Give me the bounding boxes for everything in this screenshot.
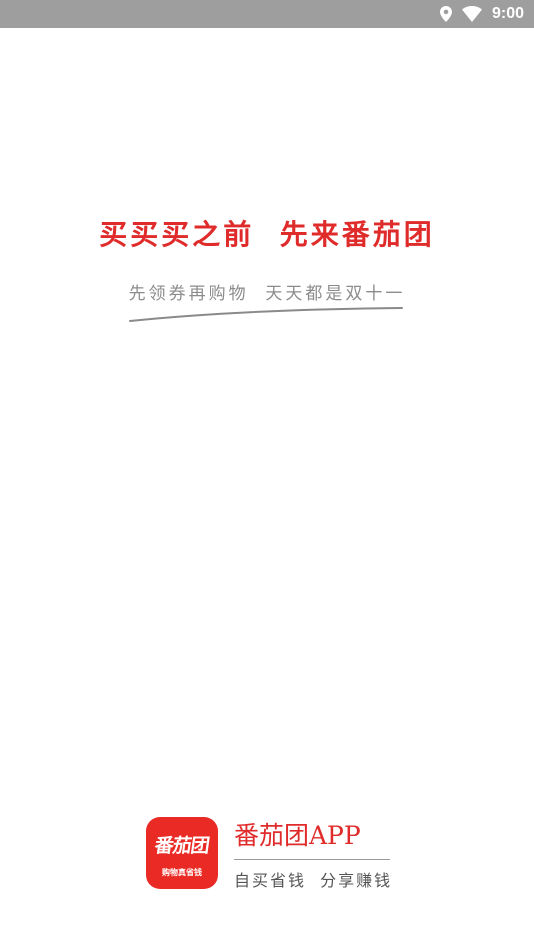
status-bar: 9:00: [0, 0, 534, 28]
location-icon: [439, 6, 452, 22]
brush-underline: [129, 307, 403, 322]
app-logo-tagline: 购物真省钱: [162, 868, 202, 877]
brand-divider: [234, 859, 390, 860]
slogan-headline: 买买买之前 先来番茄团: [99, 218, 435, 251]
status-icons: 9:00: [439, 0, 524, 28]
wifi-icon: [461, 6, 482, 22]
brand-name: 番茄团APP: [234, 821, 361, 850]
splash-screen: 9:00 买买买之前 先来番茄团 先领券再购物 天天都是双十一 番茄团 购物真省…: [0, 0, 534, 949]
brand-tagline: 自买省钱 分享赚钱: [234, 871, 393, 890]
slogan-subline: 先领券再购物 天天都是双十一: [128, 284, 406, 304]
app-logo: 番茄团 购物真省钱: [146, 817, 218, 889]
brand-block: 番茄团 购物真省钱 番茄团APP 自买省钱 分享赚钱: [146, 817, 394, 891]
app-logo-title: 番茄团: [153, 835, 211, 857]
status-time: 9:00: [491, 5, 524, 22]
brand-text: 番茄团APP 自买省钱 分享赚钱: [234, 817, 394, 891]
